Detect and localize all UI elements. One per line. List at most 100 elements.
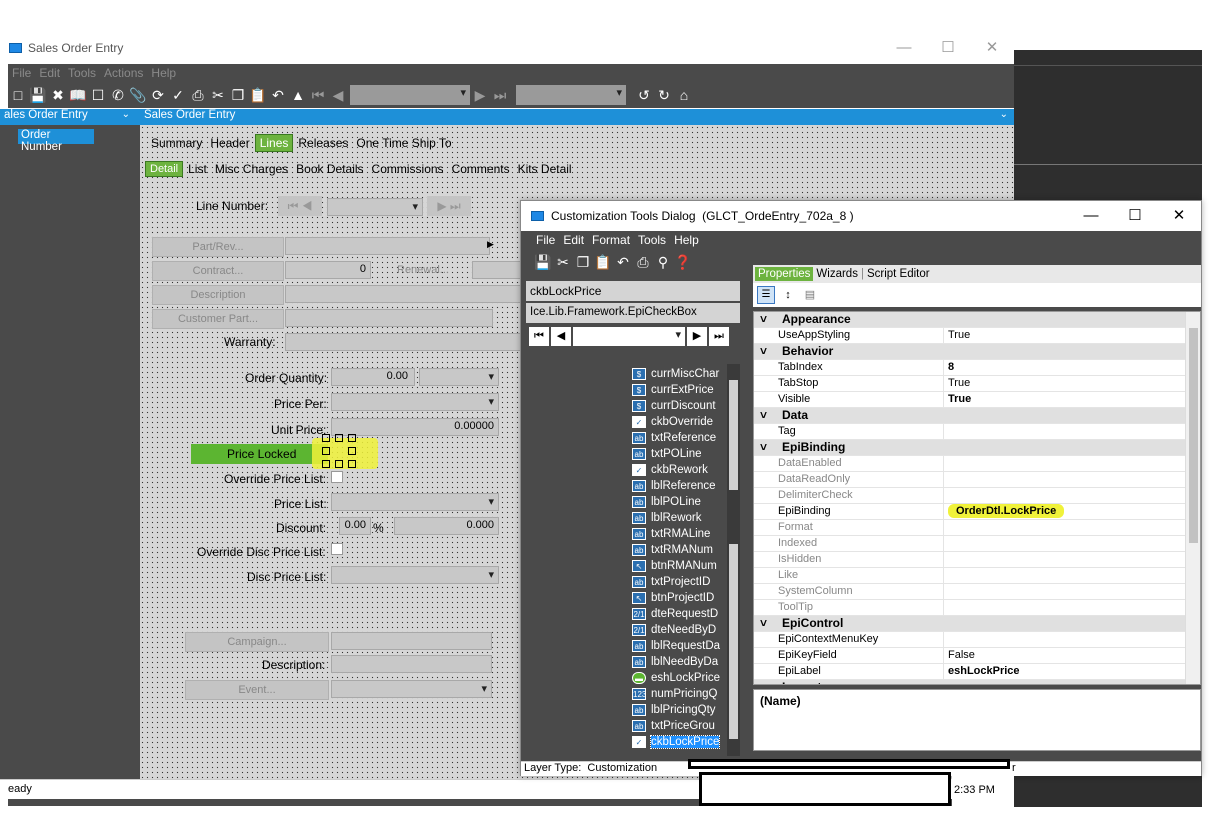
property-row[interactable]: Indexed bbox=[754, 536, 1186, 552]
next-control-icon[interactable]: ▶ bbox=[687, 326, 707, 346]
brush-icon[interactable]: ✓ bbox=[168, 85, 188, 105]
tab-misc-charges[interactable]: Misc Charges bbox=[212, 162, 291, 176]
property-value[interactable]: OrderDtl.LockPrice bbox=[944, 504, 1186, 519]
dialog-menu-file[interactable]: File bbox=[536, 233, 555, 247]
menu-help[interactable]: Help bbox=[151, 66, 176, 80]
collapse-chevron-icon[interactable]: ˅ bbox=[754, 440, 776, 455]
property-value[interactable] bbox=[944, 488, 1186, 503]
close-button[interactable]: ✕ bbox=[970, 38, 1014, 58]
property-value[interactable] bbox=[944, 552, 1186, 567]
tree-node[interactable]: ↖ btnRMANum bbox=[632, 558, 728, 574]
tree-node[interactable]: ab lblRequestDa bbox=[632, 638, 728, 654]
forward-icon[interactable]: ↻ bbox=[654, 85, 674, 105]
tree-node[interactable]: $ currExtPrice bbox=[632, 382, 728, 398]
tab-script-editor[interactable]: Script Editor bbox=[867, 268, 930, 280]
first-record-icon[interactable]: ⏮ bbox=[308, 85, 328, 105]
paste-icon[interactable]: 📋 bbox=[248, 85, 268, 105]
maximize-button[interactable]: ☐ bbox=[926, 38, 970, 58]
collapse-chevron-icon[interactable]: ˅ bbox=[754, 616, 776, 631]
categorized-icon[interactable]: ☰ bbox=[757, 286, 775, 304]
tab-properties[interactable]: Properties bbox=[755, 267, 814, 281]
tree-node[interactable]: ▬ eshLockPrice bbox=[632, 670, 728, 686]
control-name-field[interactable]: ckbLockPrice bbox=[526, 281, 740, 301]
last-record-icon[interactable]: ⏭ bbox=[490, 85, 510, 105]
collapse-chevron-icon[interactable]: ˅ bbox=[754, 408, 776, 423]
tree-node[interactable]: ab lblRework bbox=[632, 510, 728, 526]
prev-record-icon[interactable]: ◀ bbox=[328, 85, 348, 105]
tree-node[interactable]: $ currDiscount bbox=[632, 398, 728, 414]
property-value[interactable] bbox=[944, 520, 1186, 535]
content-pin-icon[interactable]: ⌄ bbox=[1000, 109, 1008, 120]
property-row[interactable]: TabIndex 8 bbox=[754, 360, 1186, 376]
attach-icon[interactable]: 📎 bbox=[128, 85, 148, 105]
tree-node[interactable]: 2/1 dteRequestD bbox=[632, 606, 728, 622]
search-dropdown[interactable] bbox=[516, 85, 626, 105]
tree-node[interactable]: ab lblNeedByDa bbox=[632, 654, 728, 670]
tree-scrollbar[interactable] bbox=[727, 364, 740, 756]
property-value[interactable] bbox=[944, 536, 1186, 551]
property-row[interactable]: Visible True bbox=[754, 392, 1186, 408]
property-value[interactable] bbox=[944, 424, 1186, 439]
tab-summary[interactable]: Summary bbox=[148, 136, 205, 150]
property-value[interactable] bbox=[944, 472, 1186, 487]
copy-icon[interactable]: ❐ bbox=[228, 85, 248, 105]
dialog-help-icon[interactable]: ❓ bbox=[673, 252, 693, 272]
property-row[interactable]: IsHidden bbox=[754, 552, 1186, 568]
tab-releases[interactable]: Releases bbox=[295, 136, 351, 150]
tree-node[interactable]: $ currMiscChar bbox=[632, 366, 728, 382]
tree-node[interactable]: ab txtPOLine bbox=[632, 446, 728, 462]
binoculars-icon[interactable]: ▲ bbox=[288, 85, 308, 105]
property-value[interactable] bbox=[944, 456, 1186, 471]
collapse-chevron-icon[interactable]: ˅ bbox=[754, 312, 776, 327]
tree-node[interactable]: ✓ ckbRework bbox=[632, 462, 728, 478]
menu-tools[interactable]: Tools bbox=[68, 66, 96, 80]
tab-commissions[interactable]: Commissions bbox=[369, 162, 447, 176]
property-value[interactable]: True bbox=[944, 376, 1186, 391]
property-value[interactable]: eshLockPrice bbox=[944, 664, 1186, 679]
dialog-paste-icon[interactable]: 📋 bbox=[593, 252, 613, 272]
tab-comments[interactable]: Comments bbox=[449, 162, 513, 176]
tree-node[interactable]: ✓ ckbOverride bbox=[632, 414, 728, 430]
tree-node[interactable]: ab txtReference bbox=[632, 430, 728, 446]
tab-header[interactable]: Header bbox=[207, 136, 252, 150]
property-row[interactable]: Like bbox=[754, 568, 1186, 584]
tree-item-order-number[interactable]: Order Number bbox=[18, 129, 94, 153]
phone-icon[interactable]: ✆ bbox=[108, 85, 128, 105]
dialog-cut-icon[interactable]: ✂ bbox=[553, 252, 573, 272]
property-category[interactable]: ˅ Appearance bbox=[754, 312, 1186, 328]
property-value[interactable] bbox=[944, 568, 1186, 583]
first-control-icon[interactable]: ⏮ bbox=[529, 326, 549, 346]
tab-one-time-ship-to[interactable]: One Time Ship To bbox=[353, 136, 454, 150]
property-row[interactable]: Format bbox=[754, 520, 1186, 536]
menu-file[interactable]: File bbox=[12, 66, 31, 80]
menu-actions[interactable]: Actions bbox=[104, 66, 143, 80]
property-row[interactable]: EpiLabel eshLockPrice bbox=[754, 664, 1186, 680]
property-category[interactable]: ˅Layout bbox=[754, 680, 1186, 684]
refresh-icon[interactable]: ⟳ bbox=[148, 85, 168, 105]
alphabetical-icon[interactable]: ↕ bbox=[779, 286, 797, 304]
property-category[interactable]: ˅ EpiBinding bbox=[754, 440, 1186, 456]
menu-edit[interactable]: Edit bbox=[39, 66, 60, 80]
print-icon[interactable]: ⎙ bbox=[188, 85, 208, 105]
tree-node[interactable]: ab lblReference bbox=[632, 478, 728, 494]
collapse-chevron-icon[interactable]: ˅ bbox=[754, 344, 776, 359]
property-row[interactable]: DataReadOnly bbox=[754, 472, 1186, 488]
property-row[interactable]: Tag bbox=[754, 424, 1186, 440]
property-value[interactable]: True bbox=[944, 328, 1186, 343]
tree-node[interactable]: ab txtProjectID bbox=[632, 574, 728, 590]
tab-detail[interactable]: Detail bbox=[145, 161, 184, 177]
control-dropdown[interactable] bbox=[573, 326, 685, 346]
new-icon[interactable]: □ bbox=[8, 85, 28, 105]
dialog-menu-help[interactable]: Help bbox=[674, 233, 699, 247]
dialog-undo-icon[interactable]: ↶ bbox=[613, 252, 633, 272]
prev-control-icon[interactable]: ◀ bbox=[551, 326, 571, 346]
dialog-menu-format[interactable]: Format bbox=[592, 233, 630, 247]
tab-kits-detail[interactable]: Kits Detail bbox=[515, 162, 575, 176]
dialog-menu-edit[interactable]: Edit bbox=[563, 233, 584, 247]
record-dropdown[interactable] bbox=[350, 85, 470, 105]
property-row[interactable]: DelimiterCheck bbox=[754, 488, 1186, 504]
collapse-chevron-icon[interactable]: ˅ bbox=[754, 680, 776, 684]
dialog-print-icon[interactable]: ⎙ bbox=[633, 252, 653, 272]
property-category[interactable]: ˅ Data bbox=[754, 408, 1186, 424]
property-value[interactable]: False bbox=[944, 648, 1186, 663]
